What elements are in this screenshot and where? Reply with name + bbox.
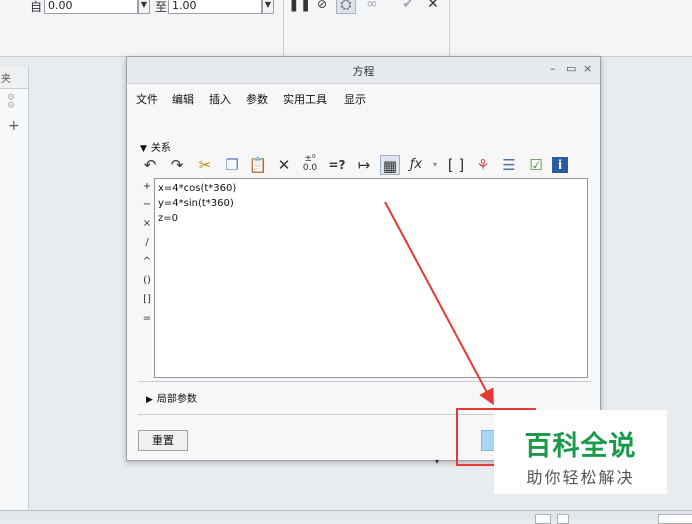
glasses-icon[interactable]: ∞ [362, 0, 382, 14]
to-dropdown-button[interactable]: ▼ [262, 0, 274, 14]
from-dropdown-button[interactable]: ▼ [138, 0, 150, 14]
evaluate-icon[interactable]: ±⁰ 0.0 [300, 155, 320, 175]
menu-utilities[interactable]: 实用工具 [283, 91, 327, 107]
check-icon[interactable]: ✔ [398, 0, 418, 14]
equation-line[interactable]: z=0 [158, 213, 178, 224]
local-params-header[interactable]: ▶ 局部参数 [146, 390, 197, 405]
from-value-field[interactable]: 0.00 [44, 0, 138, 14]
dialog-title: 方程 [352, 65, 375, 78]
dimension-icon[interactable]: ↦ [354, 155, 374, 175]
brackets-icon[interactable]: [ ] [446, 155, 466, 175]
watermark-subtitle: 助你轻松解决 [526, 468, 635, 487]
relations-section-header[interactable]: ▼ 关系 [140, 139, 171, 154]
equation-line[interactable]: x=4*cos(t*360) [158, 183, 236, 194]
paste-icon[interactable]: 📋 [248, 155, 268, 175]
status-control[interactable] [535, 514, 551, 524]
toolbar-separator [449, 0, 450, 56]
menu-file[interactable]: 文件 [136, 91, 158, 107]
collapse-triangle-icon: ▼ [140, 144, 147, 154]
operator-multiply[interactable]: × [140, 218, 154, 229]
tab-label: 夹 [1, 74, 11, 85]
from-label: 自 [30, 0, 43, 14]
equation-dialog: 方程 – ▭ × 文件 编辑 插入 参数 实用工具 显示 ▼ 关系 ↶ ↷ ✂ ❐… [126, 56, 601, 466]
operator-parentheses[interactable]: () [140, 275, 154, 286]
delete-icon[interactable]: ✕ [274, 155, 294, 175]
close-button[interactable]: × [583, 62, 592, 75]
show-dimension-icon[interactable]: ▦ [380, 155, 400, 175]
list-icon[interactable]: ☰ [499, 155, 519, 175]
function-icon[interactable]: ƒx [406, 155, 426, 175]
copy-icon[interactable]: ❐ [222, 155, 242, 175]
preview-icon[interactable]: ⛭ [336, 0, 356, 14]
function-dropdown-icon[interactable]: ▾ [425, 155, 445, 175]
operator-plus[interactable]: + [140, 181, 154, 192]
reset-button[interactable]: 重置 [138, 430, 188, 451]
watermark-title: 百科全说 [524, 431, 637, 462]
model-tree-body [0, 88, 28, 511]
stop-icon[interactable]: ⊘ [312, 0, 332, 14]
status-control[interactable] [557, 514, 569, 524]
local-params-label: 局部参数 [156, 394, 197, 405]
sort-icon[interactable]: ⚘ [473, 155, 493, 175]
pause-icon[interactable]: ❚❚ [288, 0, 311, 14]
toolbar-separator [283, 0, 284, 56]
watermark: 百科全说 助你轻松解决 [494, 410, 667, 494]
close-icon[interactable]: ✕ [423, 0, 443, 14]
chevron-down-icon: ▾ [435, 457, 440, 466]
relations-toolbar: ↶ ↷ ✂ ❐ 📋 ✕ ±⁰ 0.0 =? ↦ ▦ ƒx ▾ [ ] ⚘ ☰ ☑ … [140, 155, 590, 177]
model-tree-tab[interactable]: 夹 [0, 66, 28, 89]
operator-brackets[interactable]: [] [140, 294, 154, 305]
operator-power[interactable]: ^ [140, 256, 154, 267]
equation-line[interactable]: y=4*sin(t*360) [158, 198, 234, 209]
check-relations-icon[interactable]: ☑ [526, 155, 546, 175]
redo-icon[interactable]: ↷ [167, 155, 187, 175]
operator-divide[interactable]: / [140, 237, 154, 248]
relations-editor[interactable]: x=4*cos(t*360) y=4*sin(t*360) z=0 [154, 178, 588, 378]
settings-icon[interactable]: ⚙ ⚙ [7, 94, 15, 111]
status-control[interactable] [658, 514, 692, 524]
add-icon[interactable]: + [8, 118, 20, 134]
menu-display[interactable]: 显示 [344, 91, 366, 107]
operator-strip: + − × / ^ () [] = [140, 179, 154, 379]
expand-triangle-icon: ▶ [146, 395, 153, 405]
info-icon[interactable]: i [552, 157, 568, 173]
divider [138, 381, 591, 382]
main-toolbar: 自 0.00 ▼ 至 1.00 ▼ ❚❚ ⊘ ⛭ ∞ ✔ ✕ [0, 0, 692, 57]
menu-edit[interactable]: 编辑 [172, 91, 194, 107]
operator-equals[interactable]: = [140, 313, 154, 324]
verify-icon[interactable]: =? [327, 155, 347, 175]
menu-insert[interactable]: 插入 [209, 91, 231, 107]
to-label: 至 [155, 0, 168, 14]
menu-parameters[interactable]: 参数 [246, 91, 268, 107]
operator-minus[interactable]: − [140, 199, 154, 210]
dialog-menubar: 文件 编辑 插入 参数 实用工具 显示 [127, 85, 600, 109]
to-value-field[interactable]: 1.00 [168, 0, 262, 14]
cut-icon[interactable]: ✂ [195, 155, 215, 175]
dialog-titlebar[interactable]: 方程 – ▭ × [127, 57, 600, 84]
maximize-button[interactable]: ▭ [566, 62, 576, 75]
undo-icon[interactable]: ↶ [140, 155, 160, 175]
minimize-button[interactable]: – [550, 62, 556, 75]
relations-label: 关系 [150, 143, 171, 154]
